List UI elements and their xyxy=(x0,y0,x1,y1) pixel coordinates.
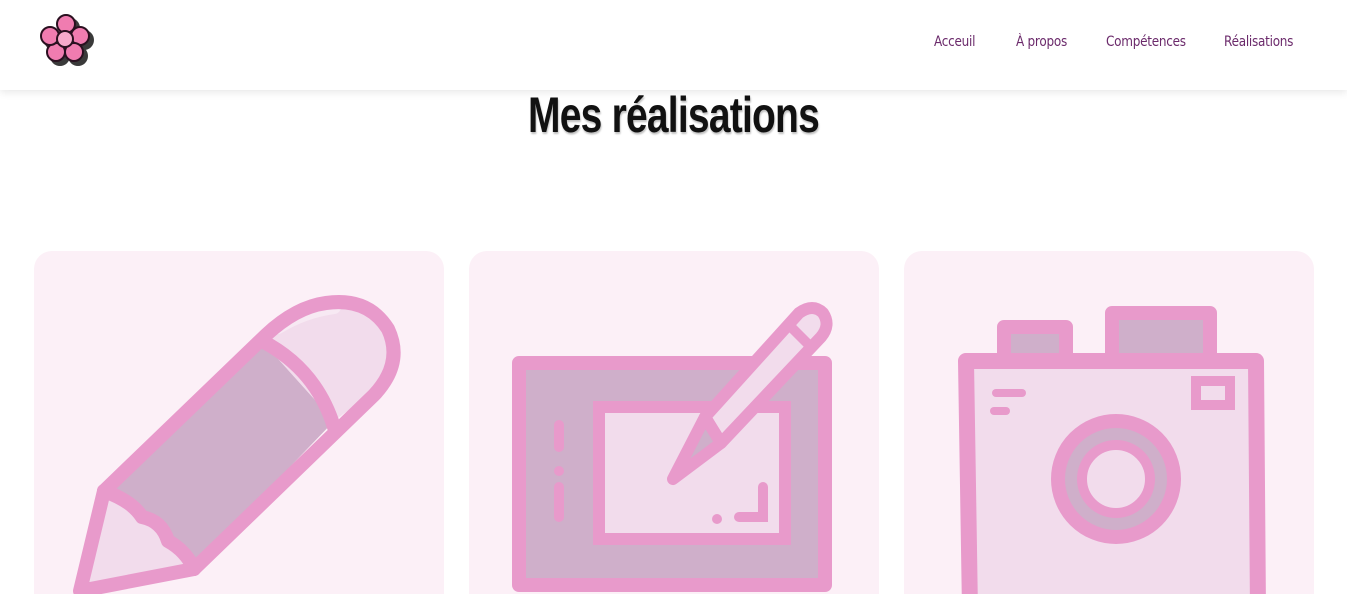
nav-link-realisations[interactable]: Réalisations xyxy=(1224,34,1293,50)
nav-link-a-propos[interactable]: À propos xyxy=(1016,34,1067,50)
pencil-icon xyxy=(73,295,401,594)
page-title: Mes réalisations xyxy=(528,87,820,143)
nav-link-acceuil[interactable]: Acceuil xyxy=(934,34,975,50)
drawing-tablet-icon xyxy=(512,302,833,592)
project-card-tablet[interactable] xyxy=(469,251,879,594)
nav-link-competences[interactable]: Compétences xyxy=(1106,34,1186,50)
project-card-camera[interactable] xyxy=(904,251,1314,594)
project-card-pencil[interactable] xyxy=(34,251,444,594)
flower-logo-icon[interactable] xyxy=(38,10,102,70)
site-header: Acceuil À propos Compétences Réalisation… xyxy=(0,0,1347,90)
camera-icon xyxy=(958,306,1266,594)
